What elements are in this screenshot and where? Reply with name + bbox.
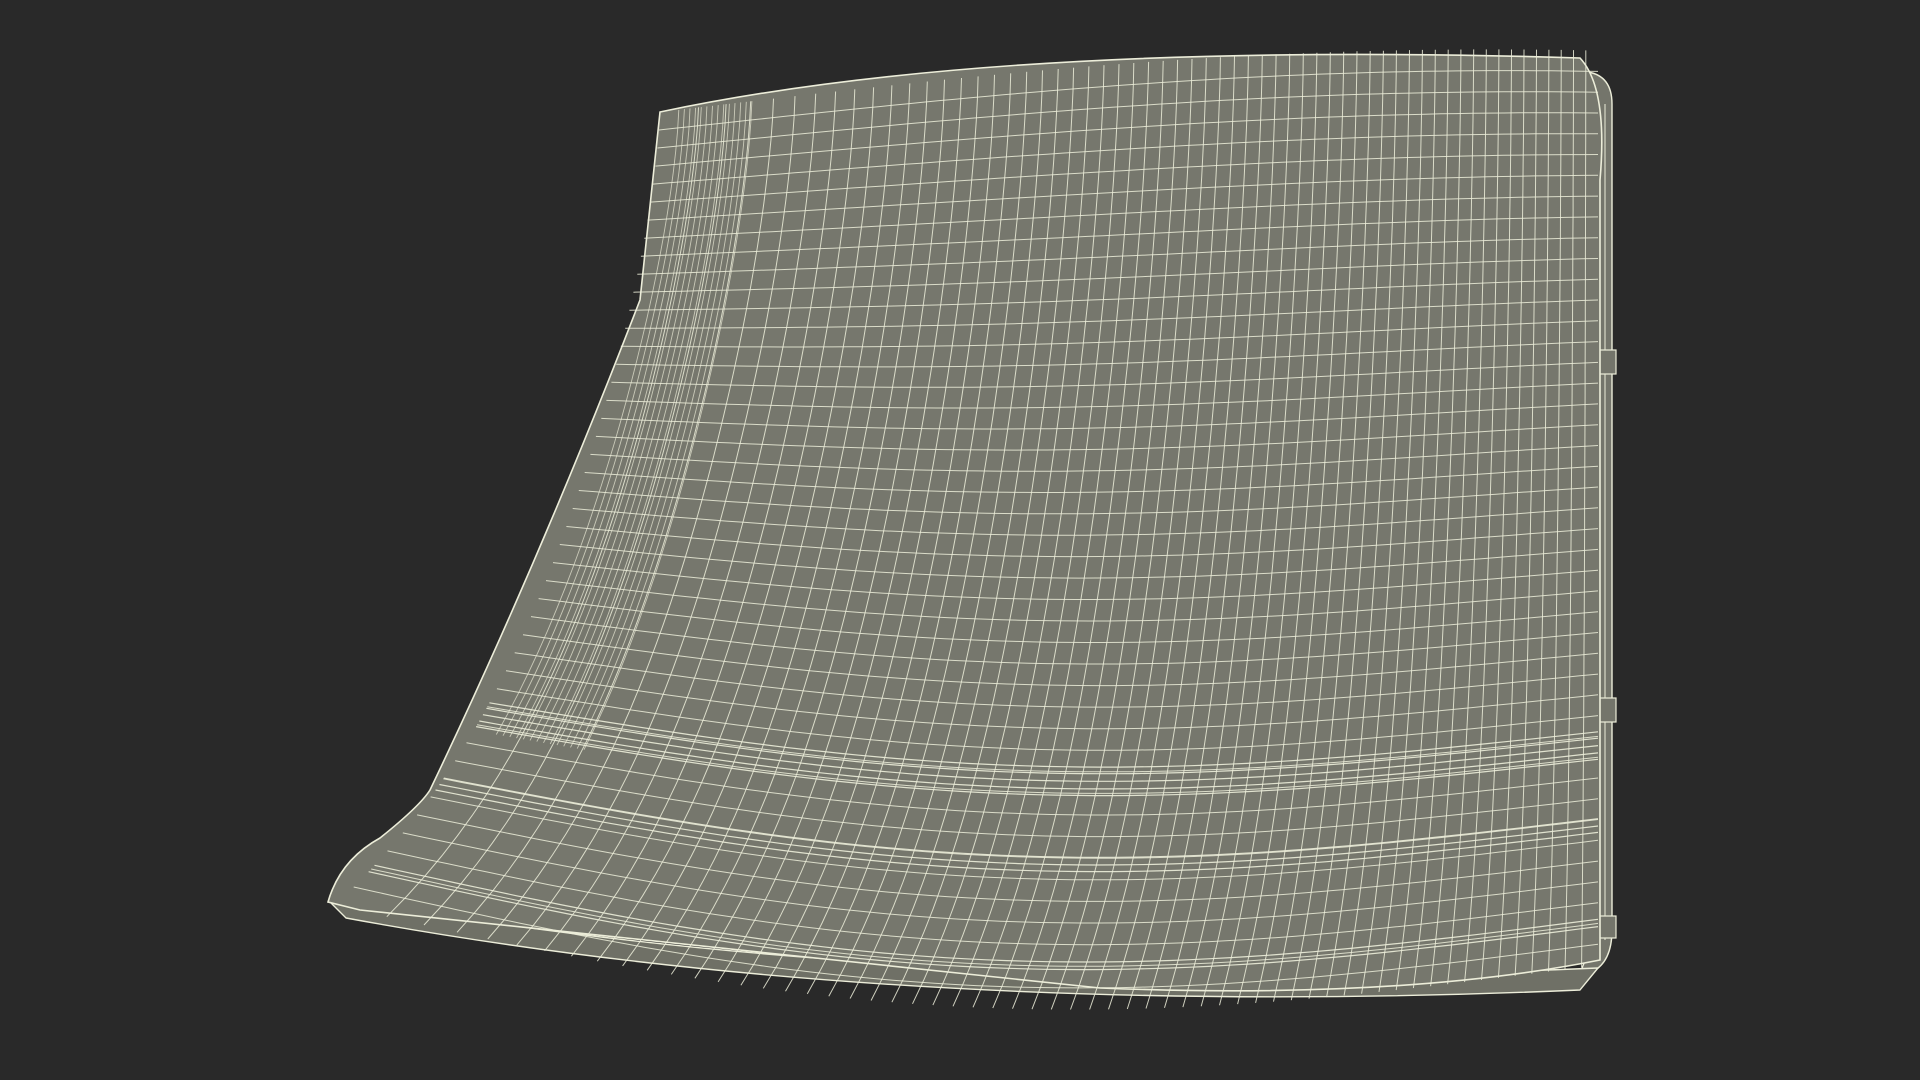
render-viewport: [0, 0, 1920, 1080]
wireframe-render: [0, 0, 1920, 1080]
